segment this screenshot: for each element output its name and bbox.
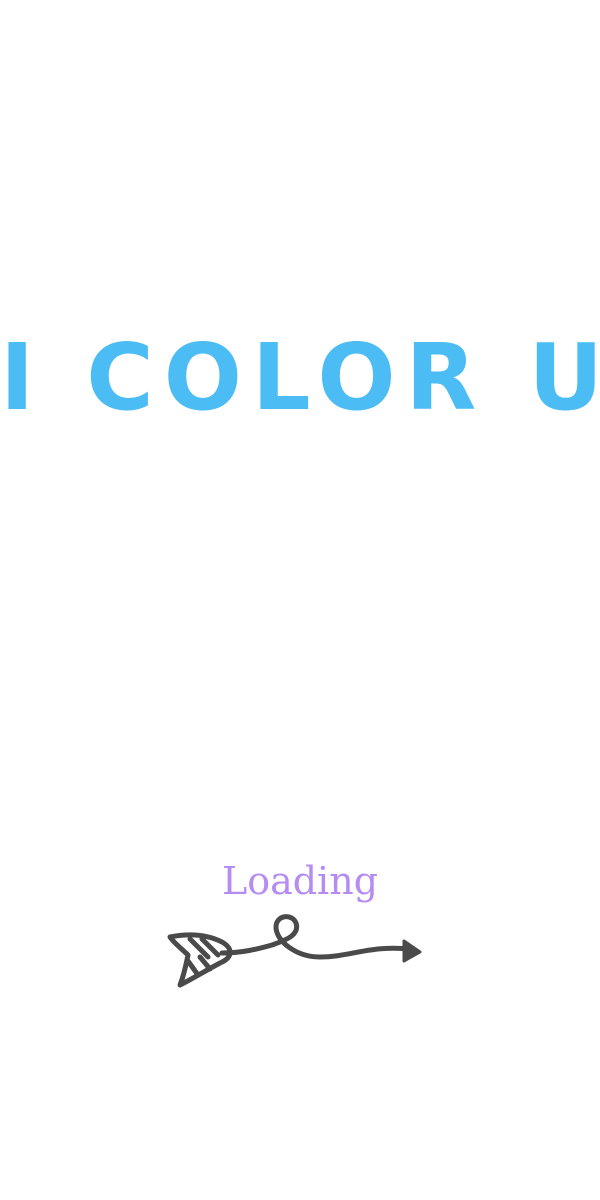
loading-label: Loading	[221, 859, 379, 903]
decorative-arrow-icon	[167, 914, 422, 988]
splash-screen: I COLOR U Loading	[0, 0, 600, 1200]
app-title: I COLOR U	[0, 324, 600, 431]
